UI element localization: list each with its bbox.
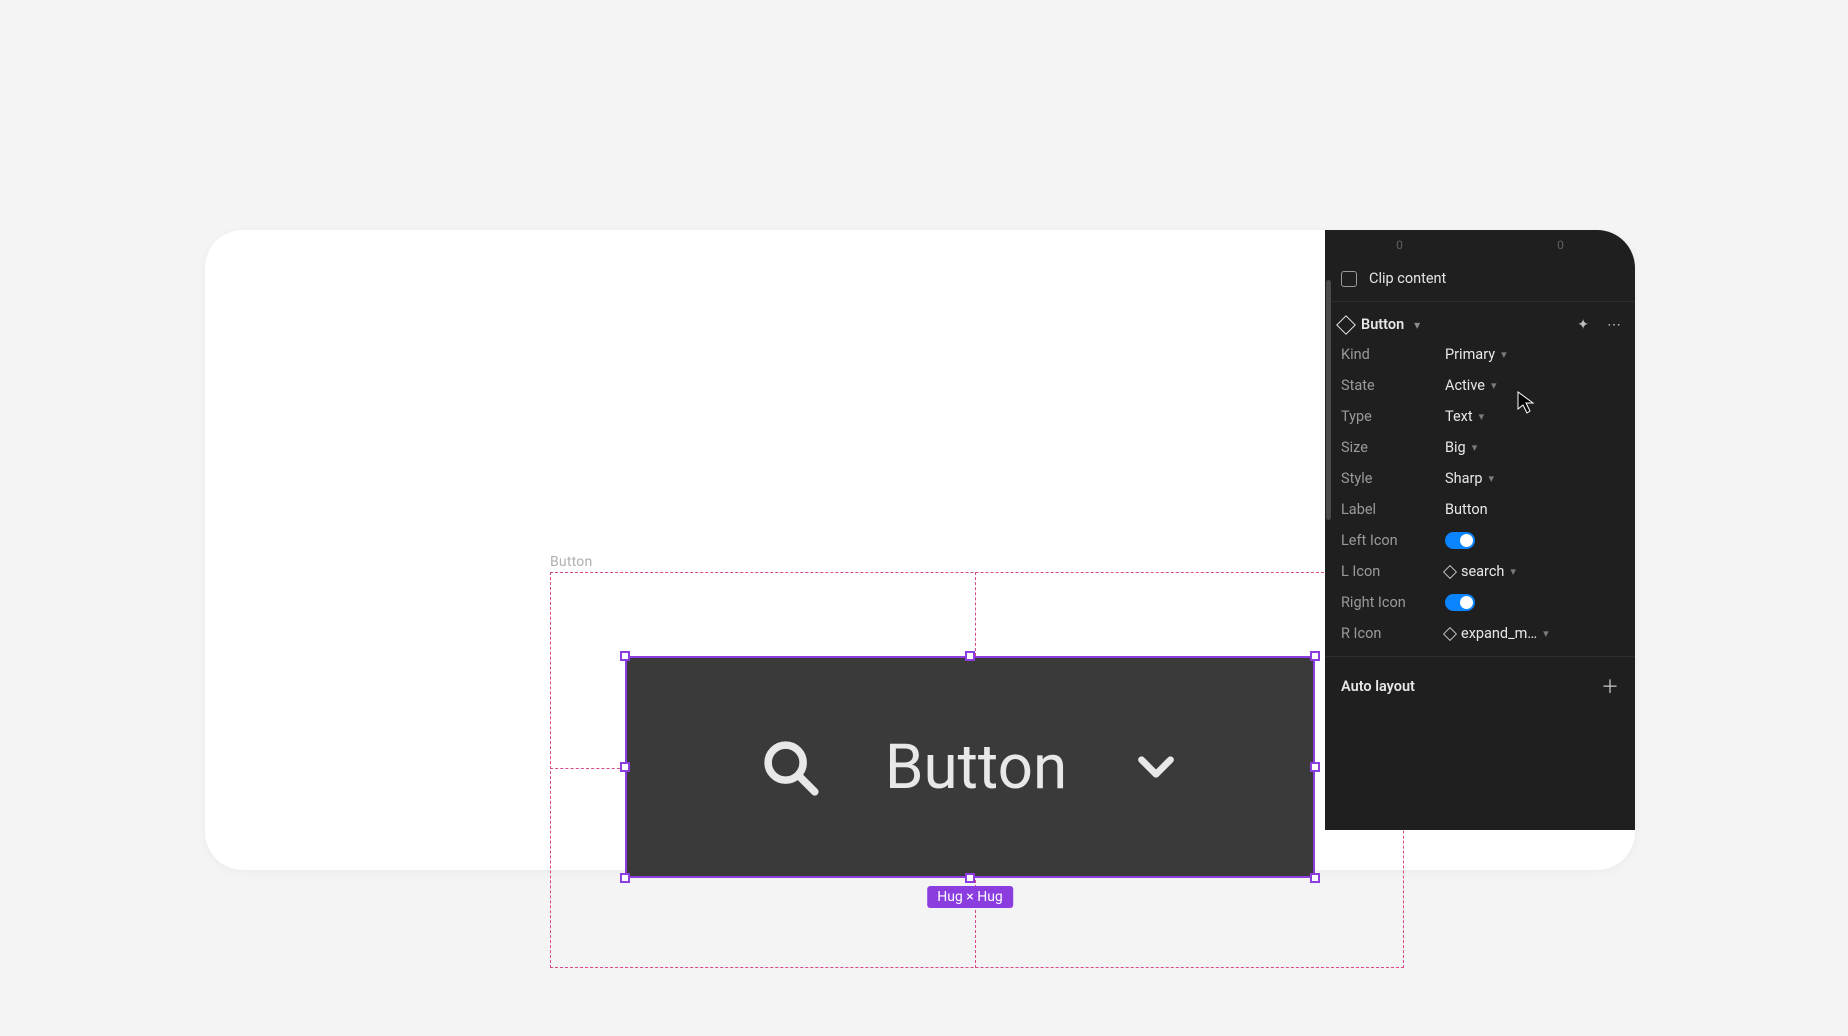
chevron-down-icon [1127,738,1185,796]
prop-value[interactable]: Sharp [1445,470,1483,487]
properties-panel: 0 0 Clip content Button ▾ ✦ ⋯ Kind Prima… [1325,230,1635,830]
chevron-down-icon[interactable]: ▾ [1491,379,1497,392]
prop-label: State [1341,377,1437,394]
prop-label: Right Icon [1341,594,1437,611]
prop-left-icon-toggle[interactable]: Left Icon [1325,525,1635,556]
design-viewport: Button Button [205,230,1635,870]
dimension-row: 0 0 [1325,230,1635,260]
component-header[interactable]: Button ▾ ✦ ⋯ [1325,302,1635,339]
prop-label: Type [1341,408,1437,425]
value[interactable]: 0 [1339,238,1460,252]
swap-instance-icon[interactable]: ✦ [1577,317,1589,333]
prop-style[interactable]: Style Sharp ▾ [1325,463,1635,494]
chevron-down-icon[interactable]: ▾ [1472,441,1478,454]
alignment-guide-vertical [975,572,976,656]
chevron-down-icon[interactable]: ▾ [1489,472,1495,485]
prop-value[interactable]: Primary [1445,346,1495,363]
auto-layout-section[interactable]: Auto layout ＋ [1325,657,1635,709]
chevron-down-icon[interactable]: ▾ [1479,410,1485,423]
prop-label: Left Icon [1341,532,1437,549]
toggle-switch[interactable] [1445,594,1475,611]
prop-size[interactable]: Size Big ▾ [1325,432,1635,463]
resize-handle[interactable] [620,651,630,661]
prop-label: Kind [1341,346,1437,363]
plus-icon[interactable]: ＋ [1601,673,1619,699]
button-label: Button [885,731,1067,804]
clip-content-row[interactable]: Clip content [1325,260,1635,302]
prop-value[interactable]: Big [1445,439,1466,456]
clip-content-label: Clip content [1369,270,1446,287]
resize-handle[interactable] [1310,762,1320,772]
resize-handle[interactable] [965,651,975,661]
prop-label-text[interactable]: Label Button [1325,494,1635,525]
prop-type[interactable]: Type Text ▾ [1325,401,1635,432]
chevron-down-icon[interactable]: ▾ [1501,348,1507,361]
alignment-guide-horizontal [550,768,625,769]
prop-value[interactable]: search [1461,563,1504,580]
panel-scrollbar[interactable] [1326,280,1331,520]
prop-r-icon[interactable]: R Icon expand_m… ▾ [1325,618,1635,657]
toggle-switch[interactable] [1445,532,1475,549]
resize-handle[interactable] [1310,651,1320,661]
prop-state[interactable]: State Active ▾ [1325,370,1635,401]
more-icon[interactable]: ⋯ [1607,317,1621,333]
button-component[interactable]: Button [625,656,1315,878]
component-name: Button [1361,316,1404,333]
prop-l-icon[interactable]: L Icon search ▾ [1325,556,1635,587]
prop-label: L Icon [1341,563,1437,580]
prop-label: Size [1341,439,1437,456]
chevron-down-icon[interactable]: ▾ [1510,565,1516,578]
resize-handle[interactable] [620,873,630,883]
prop-value[interactable]: Active [1445,377,1485,394]
component-icon [1336,315,1356,335]
prop-value[interactable]: expand_m… [1461,625,1537,642]
chevron-down-icon[interactable]: ▾ [1414,318,1420,332]
prop-value[interactable]: Text [1445,408,1473,425]
resize-handle[interactable] [620,762,630,772]
frame-label[interactable]: Button [550,554,592,570]
resize-handle[interactable] [1310,873,1320,883]
prop-value[interactable]: Button [1445,501,1488,518]
auto-layout-label: Auto layout [1341,678,1415,695]
selection-size-badge: Hug × Hug [927,886,1013,908]
prop-kind[interactable]: Kind Primary ▾ [1325,339,1635,370]
search-icon [755,732,825,802]
prop-label: Label [1341,501,1437,518]
checkbox-icon[interactable] [1341,271,1357,287]
instance-icon [1443,564,1457,578]
prop-label: R Icon [1341,625,1437,642]
resize-handle[interactable] [965,873,975,883]
chevron-down-icon[interactable]: ▾ [1543,627,1549,640]
prop-label: Style [1341,470,1437,487]
button-component-selection[interactable]: Button Hug × Hug [625,656,1315,878]
value[interactable]: 0 [1500,238,1621,252]
prop-right-icon-toggle[interactable]: Right Icon [1325,587,1635,618]
instance-icon [1443,626,1457,640]
